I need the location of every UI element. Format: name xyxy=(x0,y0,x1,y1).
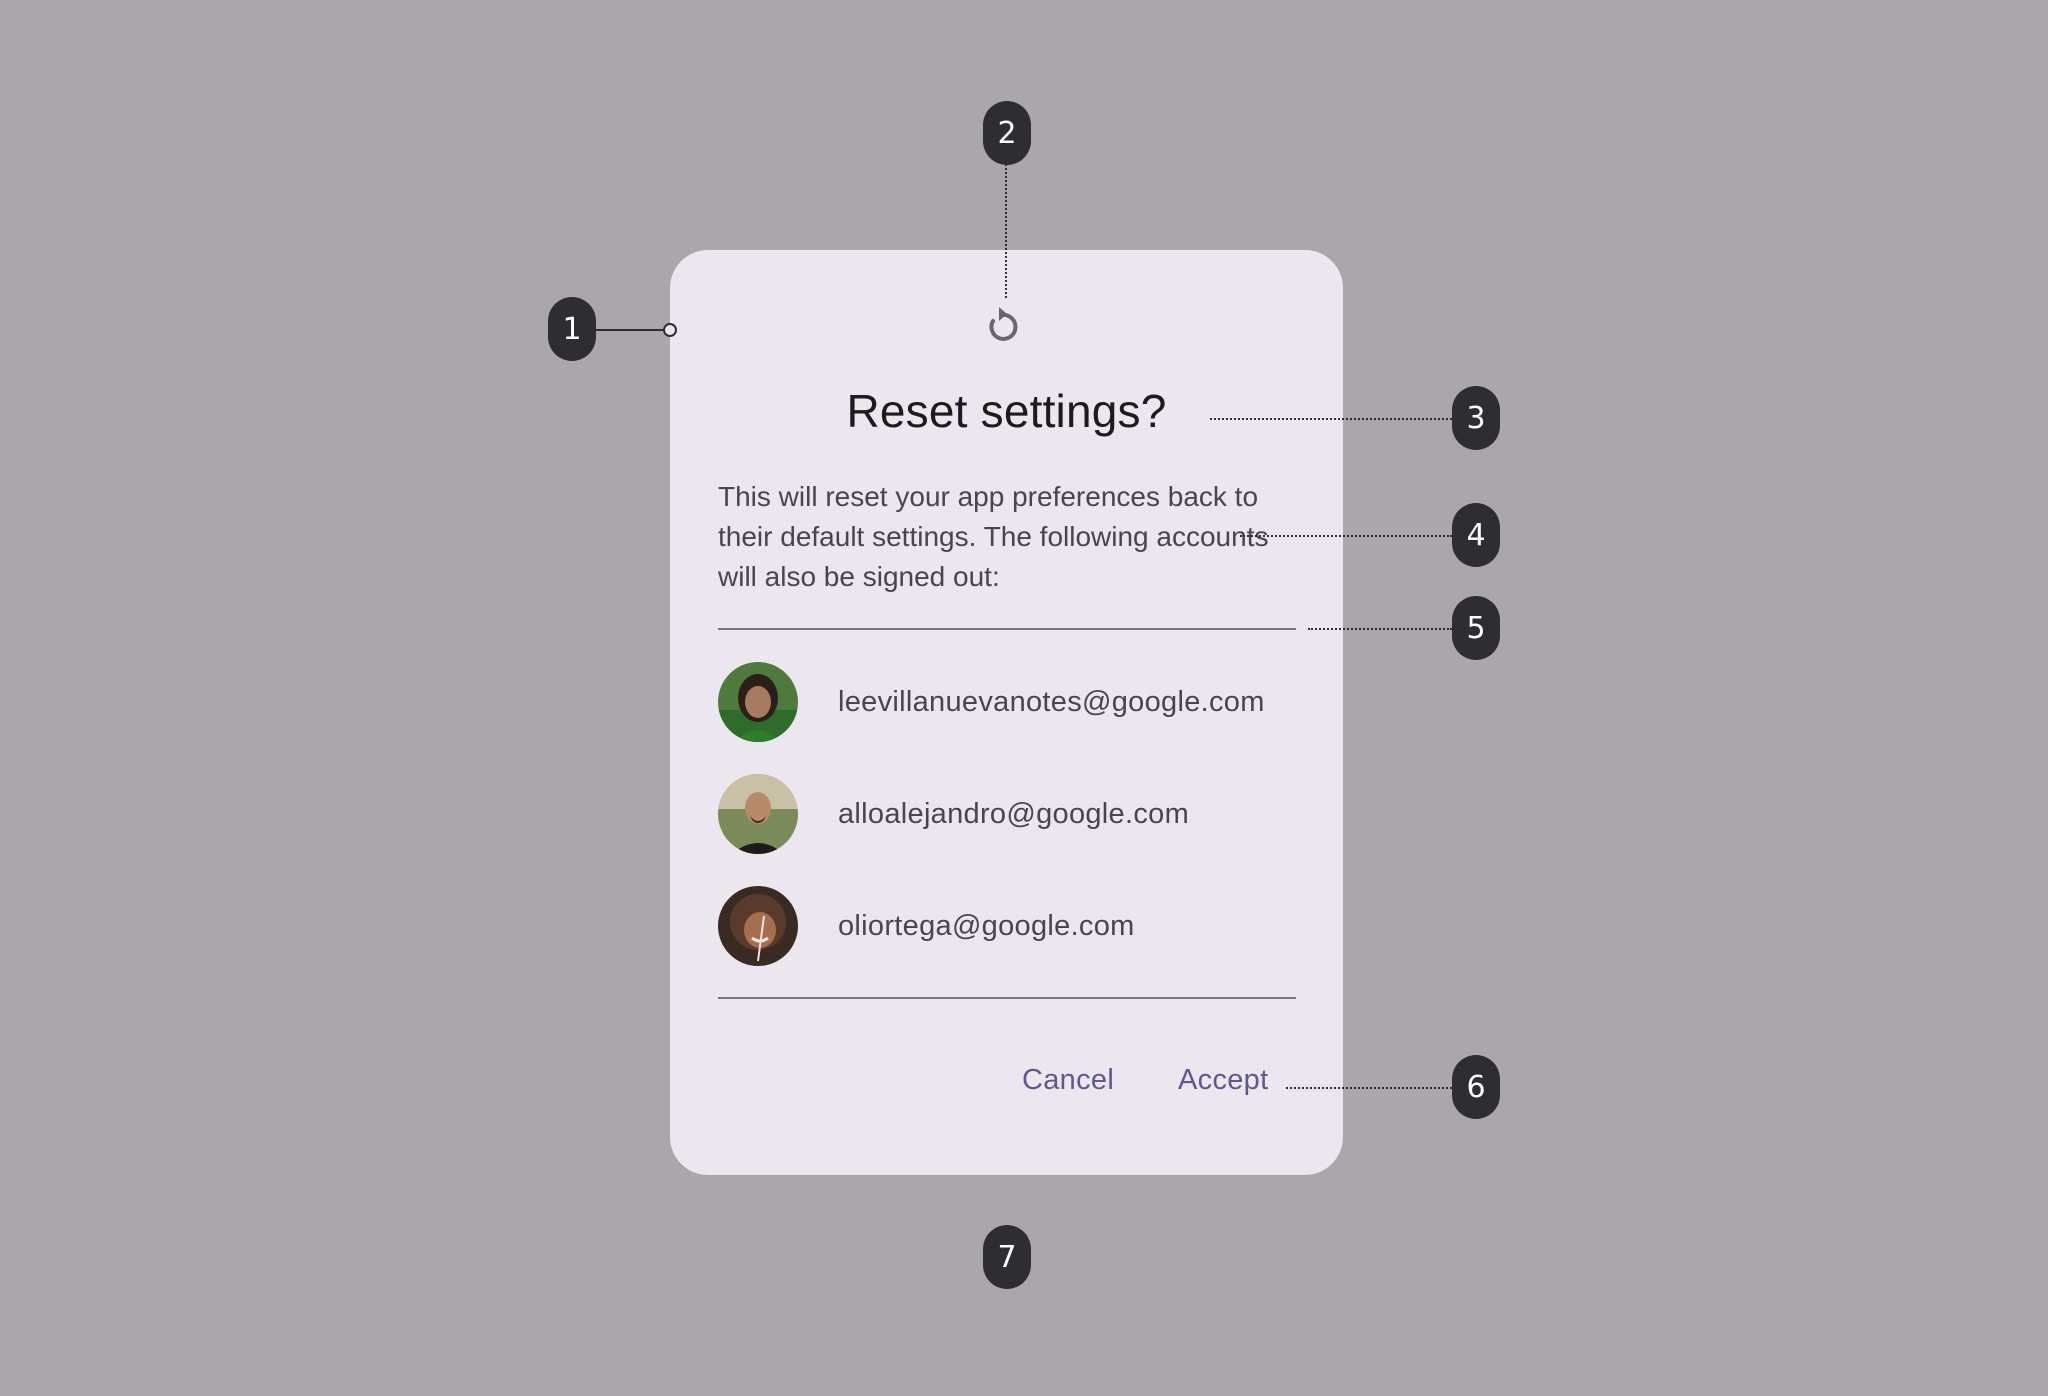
annotation-5-leader xyxy=(1308,628,1452,630)
dialog-container: Reset settings? This will reset your app… xyxy=(670,250,1343,1175)
account-email: leevillanuevanotes@google.com xyxy=(838,685,1265,718)
annotation-2-leader xyxy=(1005,164,1007,298)
annotation-badge-5: 5 xyxy=(1452,596,1500,660)
annotation-1-endpoint xyxy=(663,323,677,337)
annotation-3-leader xyxy=(1210,418,1452,420)
annotation-6-leader xyxy=(1286,1087,1452,1089)
annotation-1-leader xyxy=(596,329,664,331)
cancel-button[interactable]: Cancel xyxy=(1022,1064,1114,1097)
top-divider xyxy=(718,628,1296,630)
avatar xyxy=(718,662,798,742)
avatar xyxy=(718,886,798,966)
account-email: oliortega@google.com xyxy=(838,909,1135,942)
annotation-badge-2: 2 xyxy=(983,101,1031,165)
bottom-divider xyxy=(718,997,1296,999)
annotation-badge-7: 7 xyxy=(983,1225,1031,1289)
annotation-badge-3: 3 xyxy=(1452,386,1500,450)
list-item[interactable]: alloalejandro@google.com xyxy=(718,774,1296,854)
list-item[interactable]: leevillanuevanotes@google.com xyxy=(718,662,1296,742)
annotation-badge-6: 6 xyxy=(1452,1055,1500,1119)
avatar xyxy=(718,774,798,854)
annotation-4-leader xyxy=(1240,535,1452,537)
list-item[interactable]: oliortega@google.com xyxy=(718,886,1296,966)
reset-icon xyxy=(989,307,1018,341)
annotation-badge-4: 4 xyxy=(1452,503,1500,567)
dialog-title: Reset settings? xyxy=(846,385,1167,437)
accept-button[interactable]: Accept xyxy=(1178,1064,1268,1097)
account-email: alloalejandro@google.com xyxy=(838,797,1190,830)
dialog-supporting-text: This will reset your app preferences bac… xyxy=(718,481,1269,592)
annotation-badge-1: 1 xyxy=(548,297,596,361)
